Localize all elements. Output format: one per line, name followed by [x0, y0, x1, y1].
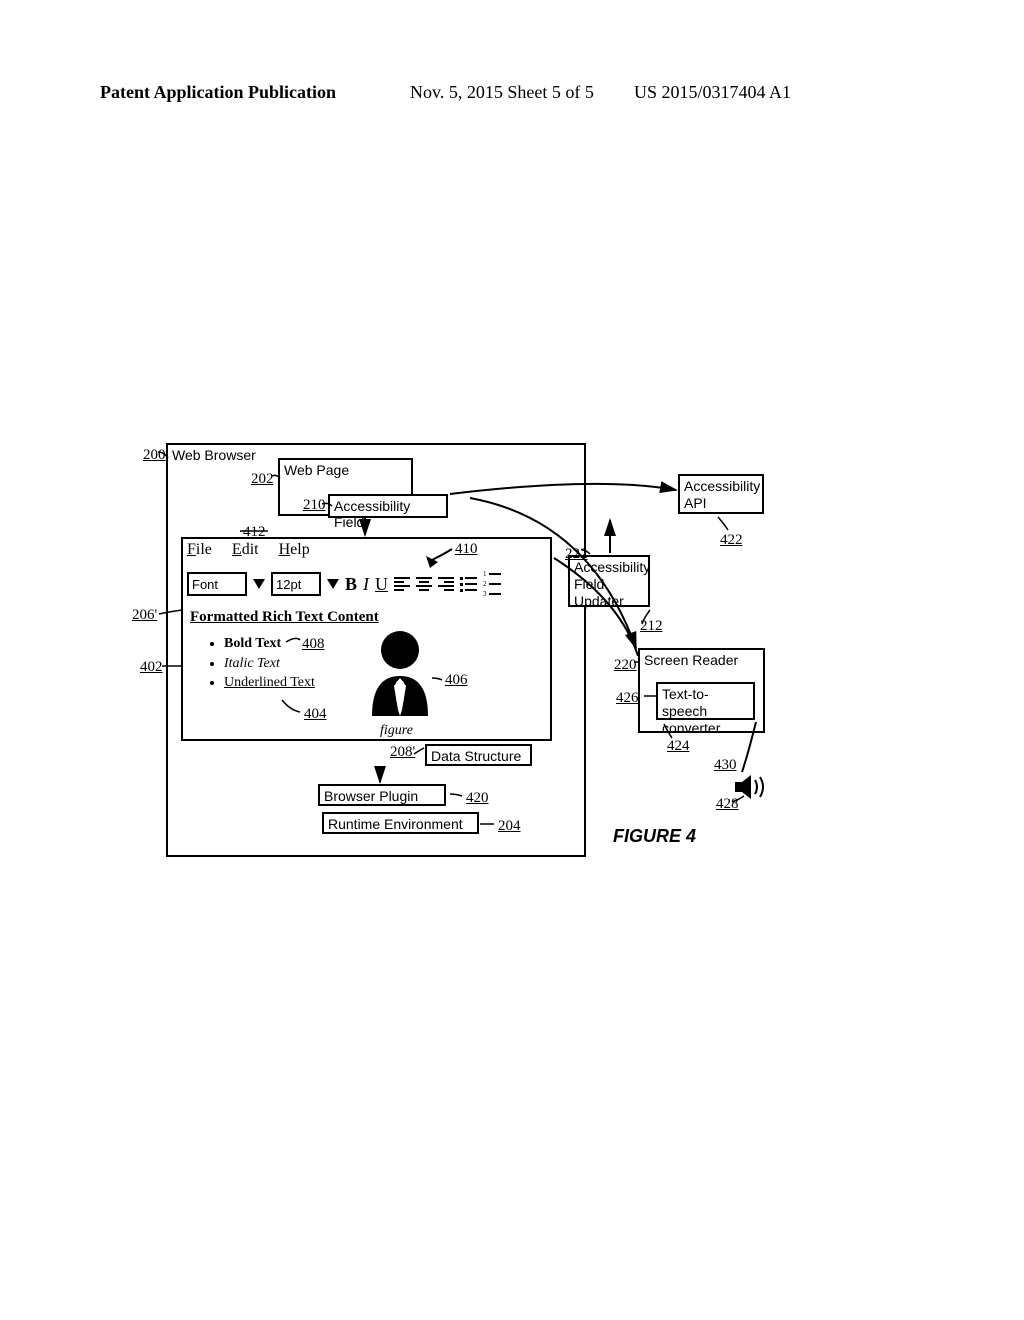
ref-422: 422 — [720, 532, 743, 549]
italic-button[interactable]: I — [363, 574, 369, 595]
toolbar: Font 12pt B I U 1 2 3 — [187, 570, 501, 598]
font-select-caret-icon[interactable] — [253, 579, 265, 589]
figure-label: FIGURE 4 — [613, 826, 696, 847]
menu-edit[interactable]: Edit — [232, 541, 259, 559]
bullet-underline: Underlined Text — [224, 673, 315, 693]
accessibility-field-label: Accessibility Field — [330, 496, 446, 532]
bullet-italic: Italic Text — [224, 654, 315, 674]
field-updater-label: Accessibility Field Updater — [570, 557, 648, 611]
header-mid: Nov. 5, 2015 Sheet 5 of 5 — [410, 82, 594, 103]
ref-402: 402 — [140, 659, 163, 676]
ref-412: 412 — [243, 524, 266, 541]
ref-222: 222 — [565, 546, 588, 563]
size-select-caret-icon[interactable] — [327, 579, 339, 589]
align-left-icon[interactable] — [394, 577, 410, 591]
ref-408: 408 — [302, 636, 325, 653]
ref-202: 202 — [251, 471, 274, 488]
ref-204: 204 — [498, 818, 521, 835]
align-right-icon[interactable] — [438, 577, 454, 591]
menu-help[interactable]: Help — [279, 541, 310, 559]
ref-200: 200 — [143, 447, 166, 464]
align-center-icon[interactable] — [416, 577, 432, 591]
menu-file[interactable]: File — [187, 541, 212, 559]
web-page-label: Web Page — [280, 460, 411, 480]
data-structure-box: Data Structure — [425, 744, 532, 766]
web-browser-label: Web Browser — [172, 447, 262, 463]
bulleted-list-icon[interactable] — [460, 577, 477, 592]
avatar-image — [364, 628, 436, 726]
ref-426: 426 — [616, 690, 639, 707]
font-select[interactable]: Font — [187, 572, 247, 596]
numbered-list-icon[interactable]: 1 2 3 — [483, 570, 501, 598]
header-right: US 2015/0317404 A1 — [634, 82, 791, 103]
ref-220: 220 — [614, 657, 637, 674]
runtime-env-label: Runtime Environment — [324, 814, 477, 834]
browser-plugin-box: Browser Plugin — [318, 784, 446, 806]
ref-420: 420 — [466, 790, 489, 807]
ref-406: 406 — [445, 672, 468, 689]
size-select[interactable]: 12pt — [271, 572, 321, 596]
browser-plugin-label: Browser Plugin — [320, 786, 444, 806]
ref-410: 410 — [455, 541, 478, 558]
tts-label: Text-to-speech converter — [658, 684, 753, 738]
ref-430: 430 — [714, 757, 737, 774]
ref-428: 428 — [716, 796, 739, 813]
ref-206: 206' — [132, 607, 157, 624]
runtime-env-box: Runtime Environment — [322, 812, 479, 834]
ref-210: 210 — [303, 497, 326, 514]
bold-button[interactable]: B — [345, 574, 357, 595]
menu-bar: File Edit Help — [187, 541, 310, 559]
ref-208: 208' — [390, 744, 415, 761]
speaker-icon — [735, 774, 769, 805]
ref-404: 404 — [304, 706, 327, 723]
accessibility-api-box: Accessibility API — [678, 474, 764, 514]
screen-reader-label: Screen Reader — [640, 650, 763, 670]
rtf-bullets: Bold Text Italic Text Underlined Text — [210, 634, 315, 693]
avatar-caption: figure — [380, 723, 413, 739]
underline-button[interactable]: U — [375, 574, 388, 595]
data-structure-label: Data Structure — [427, 746, 530, 766]
header-left: Patent Application Publication — [100, 82, 336, 103]
accessibility-api-label: Accessibility API — [680, 476, 762, 514]
ref-212: 212 — [640, 618, 663, 635]
ref-424: 424 — [667, 738, 690, 755]
rtf-heading: Formatted Rich Text Content — [190, 609, 379, 626]
tts-box: Text-to-speech converter — [656, 682, 755, 720]
page: Patent Application Publication Nov. 5, 2… — [0, 0, 1024, 1320]
accessibility-field-box: Accessibility Field — [328, 494, 448, 518]
